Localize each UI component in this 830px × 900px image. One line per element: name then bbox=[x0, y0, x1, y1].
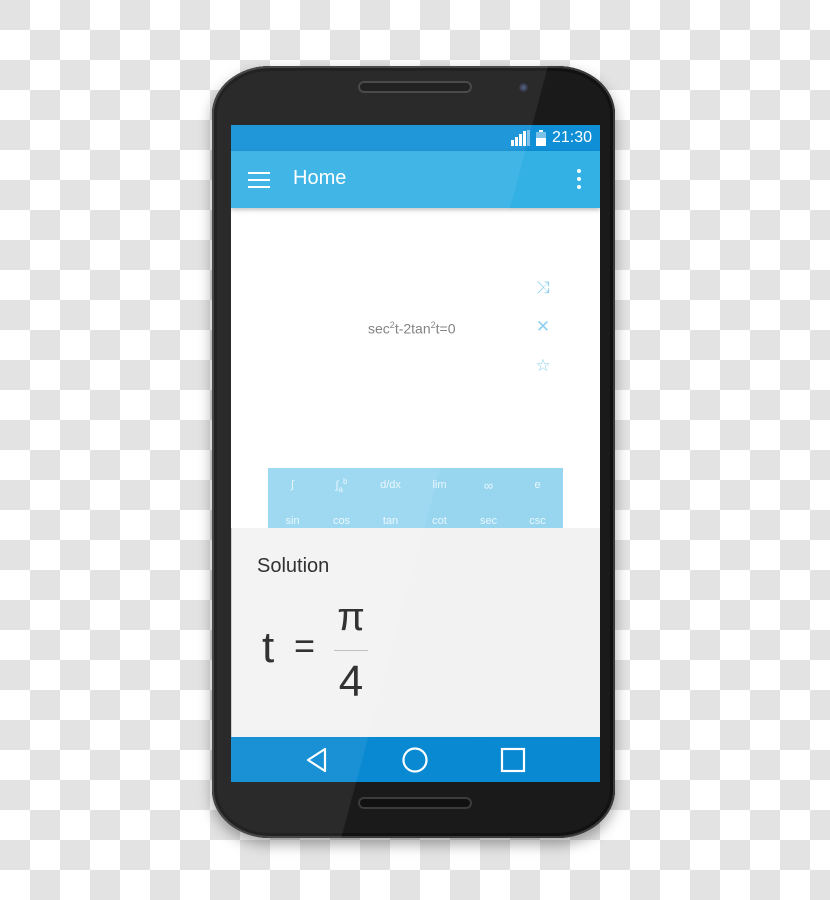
key-definite-integral[interactable]: ∫ab bbox=[317, 477, 366, 494]
signal-icon bbox=[510, 130, 530, 146]
key-cot[interactable]: cot bbox=[415, 515, 464, 527]
input-area: sec2t-2tan2t=0 ⤨ ✕ ☆ ∫ ∫ab d/dx lim ∞ e … bbox=[231, 208, 600, 528]
eq-part: t=0 bbox=[435, 320, 456, 337]
key-derivative[interactable]: d/dx bbox=[366, 479, 415, 491]
favorite-star-icon[interactable]: ☆ bbox=[533, 356, 553, 376]
solution-equals: = bbox=[294, 625, 316, 666]
fraction-bar bbox=[334, 650, 368, 651]
recents-icon[interactable] bbox=[499, 746, 527, 774]
status-bar: 21:30 bbox=[231, 125, 600, 151]
clear-icon[interactable]: ✕ bbox=[533, 317, 553, 337]
eq-part: sec bbox=[368, 320, 390, 337]
key-integral[interactable]: ∫ bbox=[268, 479, 317, 491]
app-bar: Home bbox=[231, 151, 600, 208]
top-speaker bbox=[358, 81, 472, 93]
key-infinity[interactable]: ∞ bbox=[464, 478, 513, 493]
solution-title: Solution bbox=[257, 555, 330, 577]
phone-frame: 21:30 Home sec2t-2tan2t=0 ⤨ ✕ ☆ ∫ ∫ab d/… bbox=[212, 66, 615, 838]
phone-screen: 21:30 Home sec2t-2tan2t=0 ⤨ ✕ ☆ ∫ ∫ab d/… bbox=[231, 125, 600, 782]
fraction-denominator: 4 bbox=[338, 657, 364, 706]
key-csc[interactable]: csc bbox=[513, 515, 562, 527]
math-keypad: ∫ ∫ab d/dx lim ∞ e sin cos tan cot sec c… bbox=[268, 468, 563, 528]
navigation-bar bbox=[231, 737, 600, 782]
home-icon[interactable] bbox=[401, 746, 429, 774]
app-title: Home bbox=[293, 167, 347, 189]
key-cos[interactable]: cos bbox=[317, 515, 366, 527]
solution-variable: t bbox=[262, 623, 275, 672]
key-e[interactable]: e bbox=[513, 479, 562, 491]
battery-icon bbox=[535, 130, 546, 146]
more-vert-icon[interactable] bbox=[576, 169, 582, 191]
eq-part: t-2tan bbox=[394, 320, 431, 337]
status-time: 21:30 bbox=[551, 129, 592, 146]
front-camera bbox=[519, 83, 528, 92]
key-limit[interactable]: lim bbox=[415, 479, 464, 491]
bottom-speaker bbox=[358, 797, 472, 809]
hamburger-menu-icon[interactable] bbox=[248, 172, 270, 188]
key-tan[interactable]: tan bbox=[366, 515, 415, 527]
key-sin[interactable]: sin bbox=[268, 515, 317, 527]
key-sec[interactable]: sec bbox=[464, 515, 513, 527]
solution-expression: t = π 4 bbox=[262, 595, 462, 713]
fraction-numerator: π bbox=[337, 595, 365, 639]
equation-display[interactable]: sec2t-2tan2t=0 bbox=[368, 320, 456, 337]
back-icon[interactable] bbox=[304, 746, 332, 774]
shuffle-icon[interactable]: ⤨ bbox=[533, 278, 553, 298]
